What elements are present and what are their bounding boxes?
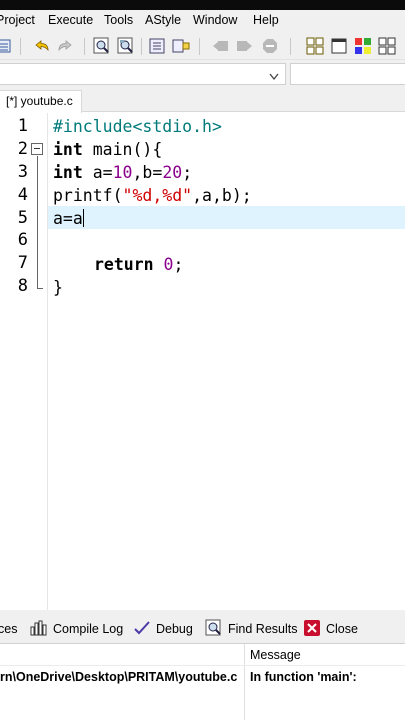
find-icon [205,619,223,640]
code-text: a=a [53,209,83,228]
class-browser-icon[interactable] [354,37,372,55]
code-line-5: a=a [53,209,84,228]
stop-icon[interactable] [261,37,279,55]
toolbar-separator [199,38,200,55]
tab-compile-log[interactable]: Compile Log [30,619,123,639]
fold-guide [37,156,38,288]
line-number: 6 [17,230,28,250]
code-text: a= [82,163,113,182]
menu-project[interactable]: Project [0,13,35,27]
tab-find-results[interactable]: Find Results [205,619,297,639]
grid-icon[interactable] [306,37,324,55]
code-text: ; [182,163,193,182]
current-line-highlight [48,206,405,229]
close-label: Close [326,622,358,636]
fold-collapse-icon[interactable] [31,143,43,155]
message-column-header[interactable]: Message [250,648,301,662]
code-line-4: printf("%d,%d",a,b); [53,186,252,205]
title-bar [0,0,405,10]
tab-debug[interactable]: Debug [133,619,193,639]
unindent-icon[interactable] [172,37,190,55]
message-row-file[interactable]: rn\OneDrive\Desktop\PRITAM\youtube.c [0,670,237,684]
find-icon[interactable] [93,37,111,55]
menu-bar: Project Execute Tools AStyle Window Help [0,10,405,32]
code-line-2: int main(){ [53,140,162,159]
keyword: return [94,255,154,274]
toolbar [0,32,405,60]
number-literal: 0 [163,255,174,274]
list-icon[interactable] [0,37,12,55]
code-text: main(){ [82,140,163,159]
bar-chart-icon [30,620,48,639]
editor-tab-strip: [*] youtube.c [0,88,405,113]
code-line-1: #include<stdio.h> [53,117,222,136]
toolbar-separator [20,38,21,55]
resources-tab-label: ces [0,622,18,636]
line-number: 2 [17,139,28,159]
toolbar-separator [290,38,291,55]
tile-icon[interactable] [378,37,396,55]
compile-log-tab-label: Compile Log [53,622,124,636]
number-literal: 20 [162,163,183,182]
function-dropdown[interactable] [290,63,405,85]
menu-astyle[interactable]: AStyle [145,13,181,27]
code-text: } [53,278,63,297]
text-caret [82,209,84,227]
column-divider [244,644,245,720]
keyword: int [53,140,83,159]
window-icon[interactable] [330,37,348,55]
debug-tab-label: Debug [156,622,193,636]
menu-tools[interactable]: Tools [104,13,133,27]
line-number: 7 [17,253,28,273]
header-divider [0,665,405,666]
keyword: int [53,163,83,182]
code-editor[interactable]: 1 2 3 4 5 6 7 8 #include<stdio.h> int ma… [0,113,405,610]
fold-end-marker [37,288,43,289]
code-text: ,b= [132,163,163,182]
replace-icon[interactable] [117,37,135,55]
close-button[interactable]: Close [303,619,358,639]
code-line-7: return 0; [94,255,183,274]
checkmark-icon [133,620,151,639]
indent-icon[interactable] [148,37,166,55]
code-line-8: } [53,278,63,297]
line-number-gutter: 1 2 3 4 5 6 7 8 [0,113,48,610]
close-icon [303,619,321,640]
toolbar-separator [84,38,85,55]
menu-execute[interactable]: Execute [48,13,93,27]
tab-resources[interactable]: ces [0,619,17,639]
chevron-down-icon[interactable] [269,70,279,84]
line-number: 1 [17,116,28,136]
code-line-3: int a=10,b=20; [53,163,192,182]
undo-icon[interactable] [33,37,51,55]
bottom-panel: ces Compile Log Debug Find Results Close… [0,610,405,720]
code-text: ,a,b); [192,186,252,205]
class-function-bar [0,60,405,88]
line-number: 4 [17,185,28,205]
tab-youtube-c[interactable]: [*] youtube.c [0,90,82,113]
code-text: ; [173,255,184,274]
menu-help[interactable]: Help [253,13,279,27]
menu-window[interactable]: Window [193,13,237,27]
class-dropdown[interactable] [0,63,286,85]
number-literal: 10 [112,163,133,182]
preprocessor-directive: #include<stdio.h> [53,117,222,136]
compiler-messages[interactable]: Message rn\OneDrive\Desktop\PRITAM\youtu… [0,643,405,720]
forward-icon[interactable] [235,37,253,55]
line-number: 3 [17,162,28,182]
find-results-tab-label: Find Results [228,622,298,636]
back-icon[interactable] [212,37,230,55]
code-text: printf( [53,186,123,205]
string-literal: "%d,%d" [122,186,193,205]
redo-icon[interactable] [56,37,74,55]
line-number: 8 [17,276,28,296]
message-row-text[interactable]: In function 'main': [250,670,357,684]
line-number: 5 [17,208,28,228]
toolbar-separator [141,38,142,55]
